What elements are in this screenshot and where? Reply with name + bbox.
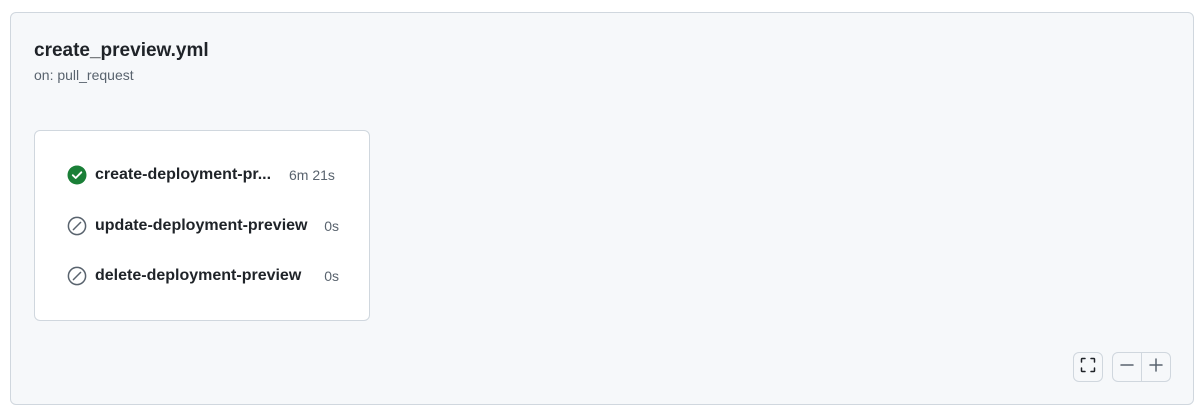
skip-icon: [67, 266, 87, 286]
plus-icon: [1148, 357, 1164, 378]
job-duration: 0s: [324, 218, 339, 234]
zoom-in-button[interactable]: [1141, 353, 1170, 381]
check-circle-fill-icon: [67, 165, 87, 185]
job-row-create-deployment-preview[interactable]: create-deployment-pr... 6m 21s: [67, 163, 339, 187]
fullscreen-button[interactable]: [1073, 352, 1103, 382]
job-name: update-deployment-preview: [95, 217, 308, 234]
job-duration: 0s: [324, 268, 339, 284]
workflow-graph-panel: create_preview.yml on: pull_request crea…: [10, 12, 1194, 405]
job-name: create-deployment-pr...: [95, 166, 272, 183]
job-row-update-deployment-preview[interactable]: update-deployment-preview 0s: [67, 214, 339, 238]
job-duration: 6m 21s: [289, 167, 335, 183]
dash-icon: [1119, 357, 1135, 378]
zoom-controls: [1112, 352, 1171, 382]
workflow-title[interactable]: create_preview.yml: [34, 40, 209, 62]
screen-full-icon: [1080, 357, 1096, 378]
skip-icon: [67, 216, 87, 236]
workflow-trigger: on: pull_request: [34, 67, 134, 83]
jobs-group-card: create-deployment-pr... 6m 21s update-de…: [34, 130, 370, 321]
job-row-delete-deployment-preview[interactable]: delete-deployment-preview 0s: [67, 264, 339, 288]
job-name: delete-deployment-preview: [95, 267, 302, 284]
zoom-out-button[interactable]: [1113, 353, 1141, 381]
